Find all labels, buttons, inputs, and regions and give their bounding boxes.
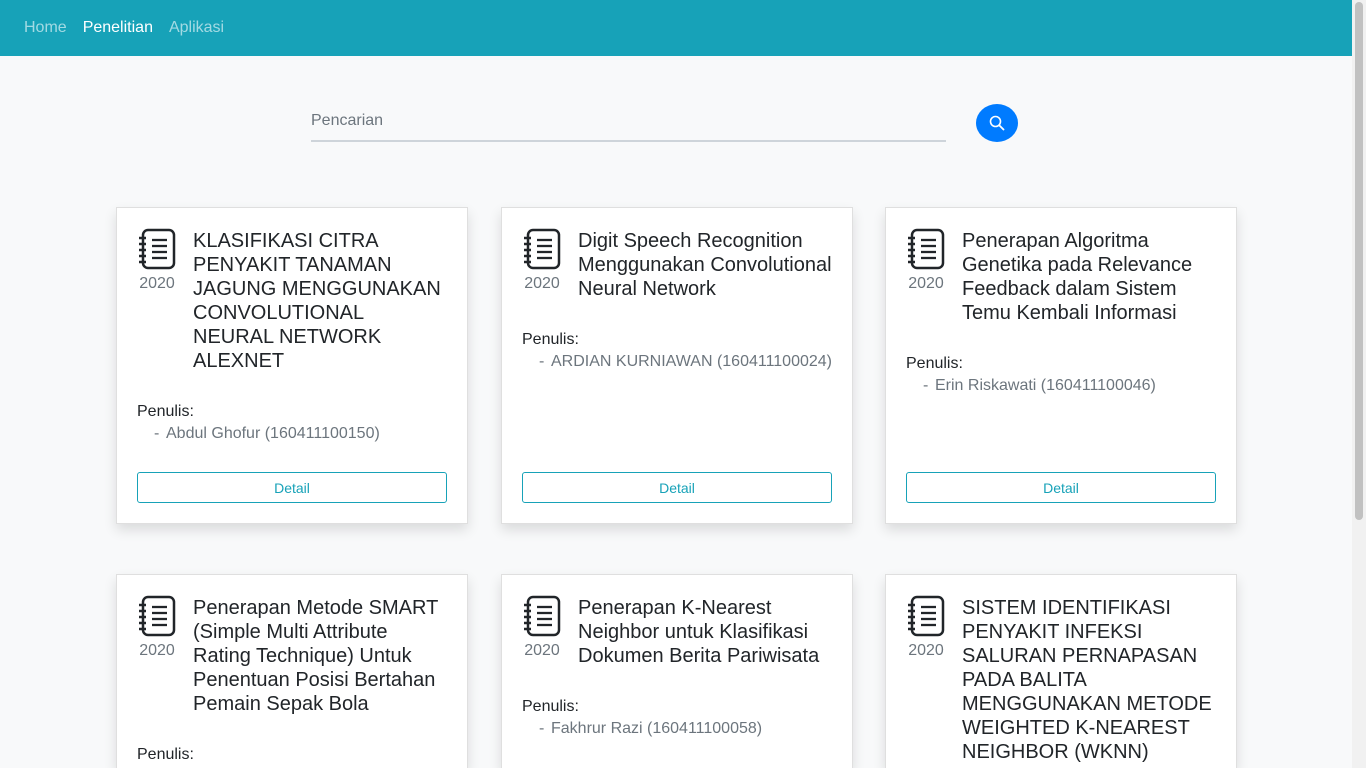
card-year: 2020 <box>908 642 944 659</box>
nav-home[interactable]: Home <box>24 19 67 37</box>
author-name: Erin Riskawati (160411100046) <box>935 377 1156 394</box>
authors-label: Penulis: <box>137 403 194 420</box>
authors-label: Penulis: <box>137 746 194 763</box>
notebook-icon <box>908 228 945 270</box>
author-dash: - <box>539 720 545 737</box>
author-item: - Erin Riskawati (160411100046) <box>906 374 1216 398</box>
research-card: 2020 Penerapan Metode SMART (Simple Mult… <box>116 574 468 768</box>
card-title: Penerapan Algoritma Genetika pada Releva… <box>962 230 1193 324</box>
search-field <box>311 104 946 142</box>
research-card: 2020 Penerapan K-Nearest Neighbor untuk … <box>501 574 853 768</box>
notebook-icon <box>139 595 176 637</box>
author-dash: - <box>154 425 160 442</box>
card-year: 2020 <box>524 642 560 659</box>
card-year: 2020 <box>524 275 560 292</box>
card-title: Digit Speech Recognition Menggunakan Con… <box>578 230 832 300</box>
author-name: Fakhrur Razi (160411100058) <box>551 720 763 737</box>
card-year: 2020 <box>139 642 175 659</box>
search-icon <box>989 115 1005 131</box>
author-item: - Abdul Ghofur (160411100150) <box>137 422 447 446</box>
search-input[interactable] <box>311 104 946 138</box>
author-name: Abdul Ghofur (160411100150) <box>166 425 380 442</box>
notebook-icon <box>908 595 945 637</box>
top-navbar: Home Penelitian Aplikasi <box>0 0 1352 56</box>
author-item: - ARDIAN KURNIAWAN (160411100024) <box>522 350 832 374</box>
page-scrollbar[interactable] <box>1352 0 1366 768</box>
author-dash: - <box>539 353 545 370</box>
nav-aplikasi[interactable]: Aplikasi <box>169 19 224 37</box>
authors-label: Penulis: <box>522 331 579 348</box>
notebook-icon <box>139 228 176 270</box>
research-card: 2020 Digit Speech Recognition Menggunaka… <box>501 207 853 524</box>
detail-button[interactable]: Detail <box>906 472 1216 503</box>
detail-button[interactable]: Detail <box>137 472 447 503</box>
notebook-icon <box>524 595 561 637</box>
author-dash: - <box>923 377 929 394</box>
research-card: 2020 SISTEM IDENTIFIKASI PENYAKIT INFEKS… <box>885 574 1237 768</box>
notebook-icon <box>524 228 561 270</box>
card-title: Penerapan K-Nearest Neighbor untuk Klasi… <box>578 597 820 667</box>
search-button[interactable] <box>976 104 1018 142</box>
author-item: - Fakhrur Razi (160411100058) <box>522 717 832 741</box>
author-name: ARDIAN KURNIAWAN (160411100024) <box>551 353 832 370</box>
scrollbar-thumb[interactable] <box>1355 2 1363 520</box>
card-year: 2020 <box>908 275 944 292</box>
nav-penelitian[interactable]: Penelitian <box>83 19 153 37</box>
research-card: 2020 KLASIFIKASI CITRA PENYAKIT TANAMAN … <box>116 207 468 524</box>
card-title: KLASIFIKASI CITRA PENYAKIT TANAMAN JAGUN… <box>193 230 441 372</box>
authors-label: Penulis: <box>522 698 579 715</box>
card-title: Penerapan Metode SMART (Simple Multi Att… <box>193 597 438 715</box>
card-year: 2020 <box>139 275 175 292</box>
detail-button[interactable]: Detail <box>522 472 832 503</box>
authors-label: Penulis: <box>906 355 963 372</box>
card-title: SISTEM IDENTIFIKASI PENYAKIT INFEKSI SAL… <box>962 597 1212 763</box>
research-card: 2020 Penerapan Algoritma Genetika pada R… <box>885 207 1237 524</box>
